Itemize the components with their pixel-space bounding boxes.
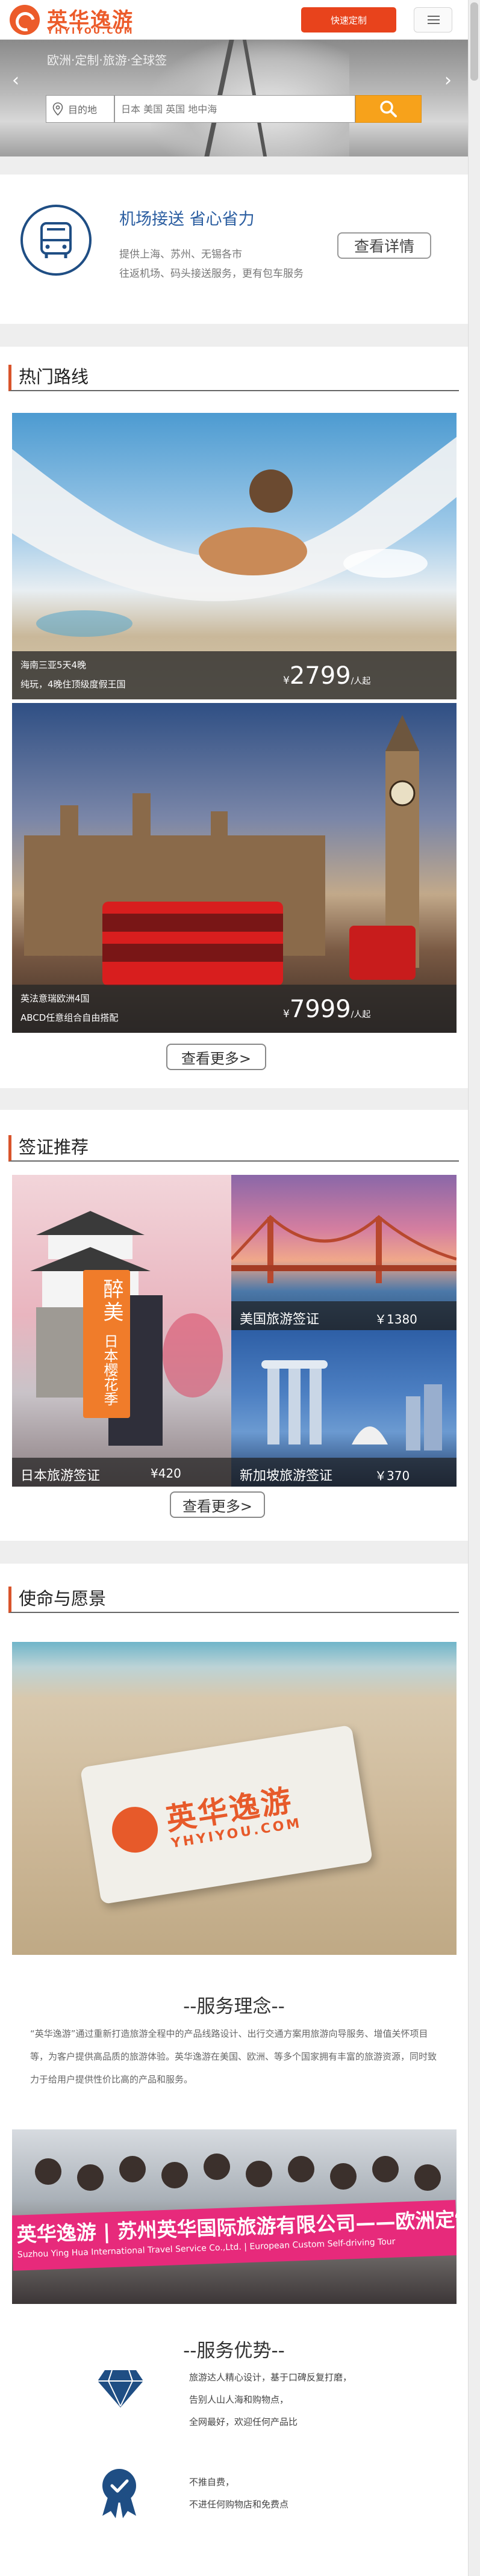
japan-poster-title: 醉美 [99,1278,123,1324]
advantage-line: 旅游达人精心设计，基于口碑反复打磨， [189,2372,352,2383]
search-input[interactable] [114,95,355,123]
search-button[interactable] [355,95,422,123]
search-icon [380,101,397,117]
section-divider [0,156,468,175]
team-photo: 英华逸游 | 苏州英华国际旅游有限公司——欧洲定制自驾游 Suzhou Ying… [12,2129,457,2304]
advantage-text: 不推自费， 不进任何购物店和免费点 [189,2471,288,2516]
route-name: 英法意瑞欧洲4国 [20,993,90,1004]
visa-name: 美国旅游签证 [240,1312,320,1327]
route-subtitle: 纯玩，4晚住顶级度假王国 [20,679,126,690]
search-bar: 目的地 [46,95,422,123]
menu-button[interactable] [414,7,452,33]
route-image-london [12,703,457,1033]
page: 英华逸游 YHYIYOU.COM 快速定制 欧洲·定制·旅游·全球签 ‹ › 目… [0,0,468,2576]
mission-image: 英华逸游 YHYIYOU.COM [12,1642,457,1955]
site-header: 英华逸游 YHYIYOU.COM 快速定制 [0,0,468,40]
hot-routes-title: 热门路线 [8,365,459,391]
section-divider [0,1088,468,1110]
logo-text-en: YHYIYOU.COM [47,26,134,36]
visa-name: 日本旅游签证 [20,1469,101,1484]
section-divider [0,1541,468,1564]
brand-card: 英华逸游 YHYIYOU.COM [79,1724,373,1905]
banner-caption: 欧洲·定制·旅游·全球签 [47,53,167,67]
visa-card-singapore[interactable]: 新加坡旅游签证 ￥370 [231,1330,457,1487]
visa-name: 新加坡旅游签证 [240,1469,333,1484]
page-scrollbar[interactable] [468,0,480,2576]
quick-custom-button[interactable]: 快速定制 [301,7,396,33]
logo-icon [10,5,40,35]
route-card[interactable]: 海南三亚5天4晚 纯玩，4晚住顶级度假王国 ¥2799/人起 [12,413,457,699]
location-pin-icon [52,102,63,116]
chevron-right-icon[interactable]: › [444,70,452,91]
visa-card-japan[interactable]: 醉美 日本樱花季 日本旅游签证 ¥420 [12,1175,231,1487]
airport-desc-line: 往返机场、码头接送服务，更有包车服务 [119,268,304,280]
route-card[interactable]: 英法意瑞欧洲4国 ABCD任意组合自由搭配 ¥7999/人起 [12,703,457,1033]
destination-selector[interactable]: 目的地 [46,95,114,123]
route-name: 海南三亚5天4晚 [20,660,87,670]
route-info-bar: 英法意瑞欧洲4国 ABCD任意组合自由搭配 ¥7999/人起 [12,985,457,1033]
airport-transfer-section: 机场接送 省心省力 提供上海、苏州、无锡各市 往返机场、码头接送服务，更有包车服… [0,175,468,312]
visa-label: 美国旅游签证 ￥1380 [231,1301,457,1330]
route-subtitle: ABCD任意组合自由搭配 [20,1012,119,1023]
advantage-title: --服务优势-- [183,2340,285,2362]
japan-poster: 醉美 日本樱花季 [83,1270,130,1418]
chevron-left-icon[interactable]: ‹ [12,70,19,91]
advantage-line: 不推自费， [189,2477,235,2488]
philosophy-title: --服务理念-- [183,1996,285,2017]
destination-label: 目的地 [68,104,98,116]
more-routes-button[interactable]: 查看更多> [166,1044,266,1070]
visa-price: ¥420 [151,1466,181,1481]
advantage-line: 全网最好，欢迎任何产品比 [189,2417,298,2427]
visa-card-usa[interactable]: 美国旅游签证 ￥1380 [231,1175,457,1330]
advantage-line: 告别人山人海和购物点， [189,2394,289,2405]
section-divider [0,324,468,347]
advantage-line: 不进任何购物店和免费点 [189,2499,289,2510]
visa-price: ￥1380 [375,1312,417,1327]
airport-desc-line: 提供上海、苏州、无锡各市 [119,249,242,261]
route-price: ¥2799/人起 [283,662,371,690]
philosophy-text: “英华逸游”通过重新打造旅游全程中的产品线路设计、出行交通方案用旅游向导服务、增… [30,2028,437,2085]
bus-icon [20,205,92,276]
route-info-bar: 海南三亚5天4晚 纯玩，4晚住顶级度假王国 ¥2799/人起 [12,651,457,699]
visa-label: 新加坡旅游签证 ￥370 [231,1458,457,1487]
visa-price: ￥370 [375,1469,410,1483]
advantage-text: 旅游达人精心设计，基于口碑反复打磨， 告别人山人海和购物点， 全网最好，欢迎任何… [189,2367,352,2433]
route-price: ¥7999/人起 [283,995,371,1023]
airport-title: 机场接送 省心省力 [119,210,255,229]
visa-label: 日本旅游签证 ¥420 [12,1458,231,1487]
ribbon-badge-icon [102,2469,136,2518]
diamond-icon [98,2370,143,2407]
scrollbar-thumb[interactable] [470,2,478,81]
view-details-button[interactable]: 查看详情 [337,232,431,259]
logo-icon [108,1803,161,1856]
site-logo[interactable]: 英华逸游 YHYIYOU.COM [10,4,148,36]
hero-banner: 欧洲·定制·旅游·全球签 ‹ › 目的地 [0,40,468,156]
more-visa-button[interactable]: 查看更多> [170,1491,265,1518]
mission-section-title: 使命与愿景 [8,1587,459,1613]
japan-poster-subtitle: 日本樱花季 [101,1334,118,1406]
visa-section-title: 签证推荐 [8,1135,459,1162]
